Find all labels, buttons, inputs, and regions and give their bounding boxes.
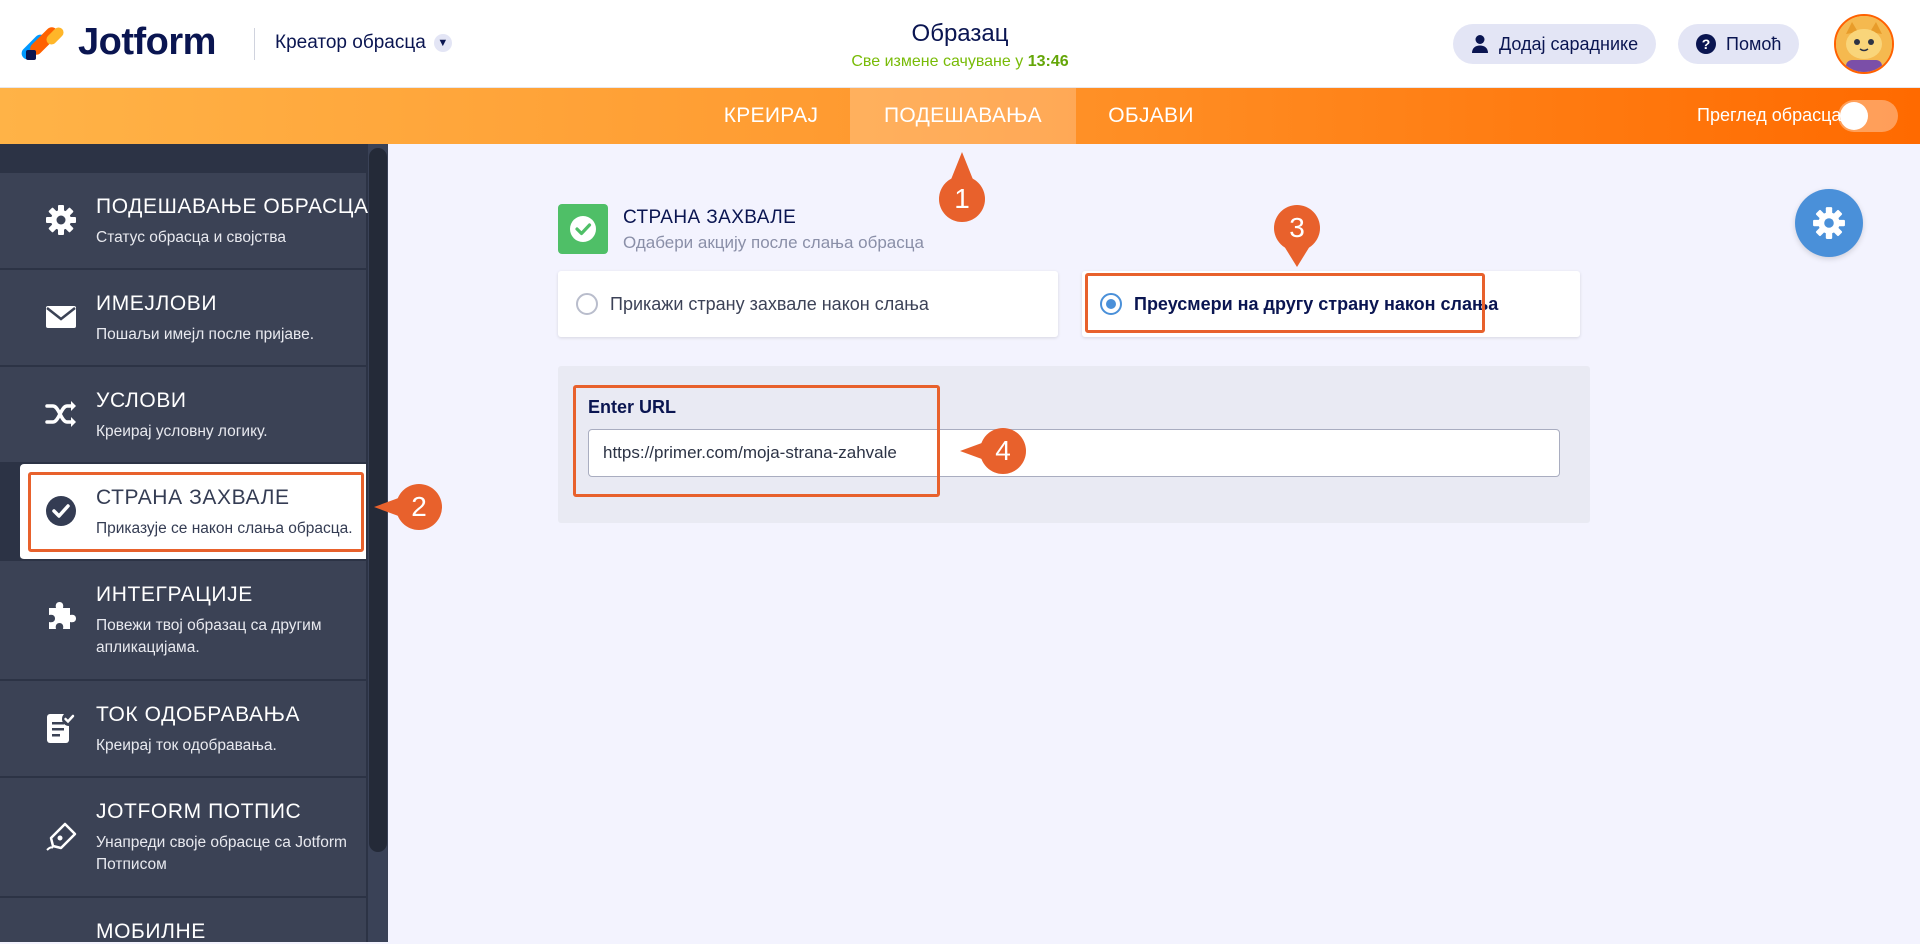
sidebar-item-title: JOTFORM ПОТПИС	[96, 800, 302, 823]
envelope-icon	[44, 300, 78, 334]
check-circle-icon	[570, 216, 596, 242]
annotation-highlight-url	[573, 385, 940, 497]
sidebar-item-approval-flow[interactable]: ТОК ОДОБРАВАЊА Креирај ток одобравања.	[0, 681, 366, 777]
section-subtitle: Одабери акцију после слања обрасца	[623, 233, 924, 252]
annotation-marker-2: 2	[396, 484, 442, 530]
sidebar-item-jotform-sign[interactable]: JOTFORM ПОТПИС Унапреди своје обрасце са…	[0, 778, 366, 897]
tab-publish[interactable]: ОБЈАВИ	[1082, 88, 1220, 144]
sidebar-item-mobile[interactable]: МОБИЛНЕ	[0, 898, 366, 943]
annotation-pointer	[1284, 246, 1310, 267]
option-show-thank-you-page[interactable]: Прикажи страну захвале након слања	[558, 271, 1058, 337]
gear-icon	[44, 203, 78, 237]
radio-show-thank-you[interactable]	[576, 293, 598, 315]
approval-icon	[44, 711, 78, 745]
annotation-highlight-redirect	[1085, 273, 1485, 333]
shuffle-icon	[44, 397, 78, 431]
annotation-marker-1: 1	[939, 176, 985, 222]
signature-pen-icon	[44, 820, 78, 854]
save-status-time: 13:46	[1027, 53, 1069, 70]
sidebar-item-desc: Креирај условну логику.	[96, 423, 268, 440]
sidebar-item-conditions[interactable]: УСЛОВИ Креирај условну логику.	[0, 367, 366, 463]
form-preview-label: Преглед обрасца	[1697, 105, 1842, 125]
section-title: СТРАНА ЗАХВАЛЕ	[623, 207, 797, 228]
tab-build[interactable]: КРЕИРАЈ	[700, 88, 842, 144]
toggle-knob	[1840, 102, 1868, 130]
annotation-marker-3: 3	[1274, 205, 1320, 251]
option-show-label: Прикажи страну захвале након слања	[610, 293, 929, 314]
puzzle-icon	[44, 599, 78, 633]
section-check-badge	[558, 204, 608, 254]
help-label: Помоћ	[1726, 33, 1782, 54]
sidebar-item-form-settings[interactable]: ПОДЕШАВАЊЕ ОБРАСЦА Статус обрасца и свој…	[0, 173, 369, 269]
sidebar-item-title: ПОДЕШАВАЊЕ ОБРАСЦА	[96, 195, 369, 218]
add-collaborators-button[interactable]: Додај сараднике	[1453, 24, 1657, 64]
builder-nav-bar: КРЕИРАЈ ПОДЕШАВАЊА ОБЈАВИ Преглед обрасц…	[0, 88, 1920, 144]
sidebar-item-desc: Повежи твој образац са другим апликација…	[96, 617, 322, 656]
svg-text:?: ?	[1702, 36, 1711, 52]
top-header: Jotform Креатор обрасца ▼ Образац Све из…	[0, 0, 1920, 88]
tab-settings[interactable]: ПОДЕШАВАЊА	[850, 88, 1076, 144]
sidebar-item-title: УСЛОВИ	[96, 389, 187, 412]
gear-icon	[1813, 207, 1845, 239]
annotation-highlight-sidebar	[28, 472, 364, 552]
sidebar-item-emails[interactable]: ИМЕЈЛОВИ Пошаљи имејл после пријаве.	[0, 270, 366, 366]
form-preview-toggle[interactable]	[1838, 100, 1898, 132]
add-collaborators-label: Додај сараднике	[1499, 33, 1639, 54]
annotation-marker-4: 4	[980, 428, 1026, 474]
user-icon	[1471, 34, 1489, 54]
sidebar-item-desc: Статус обрасца и својства	[96, 229, 286, 246]
sidebar-item-title: МОБИЛНЕ	[96, 920, 206, 943]
sidebar-item-title: ИМЕЈЛОВИ	[96, 292, 218, 315]
sidebar-item-title: ТОК ОДОБРАВАЊА	[96, 703, 301, 726]
question-circle-icon: ?	[1696, 34, 1716, 54]
sidebar-item-title: ИНТЕГРАЦИЈЕ	[96, 583, 253, 606]
help-button[interactable]: ? Помоћ	[1678, 24, 1800, 64]
user-avatar[interactable]	[1834, 14, 1894, 74]
sidebar-item-integrations[interactable]: ИНТЕГРАЦИЈЕ Повежи твој образац са други…	[0, 561, 366, 680]
settings-gear-button[interactable]	[1795, 189, 1863, 257]
sidebar-item-desc: Креирај ток одобравања.	[96, 737, 277, 754]
sidebar-item-desc: Унапреди своје обрасце са Jotform Потпис…	[96, 834, 347, 873]
save-status-text: Све измене сачуване у	[851, 53, 1024, 70]
sidebar-item-desc: Пошаљи имејл после пријаве.	[96, 326, 315, 343]
